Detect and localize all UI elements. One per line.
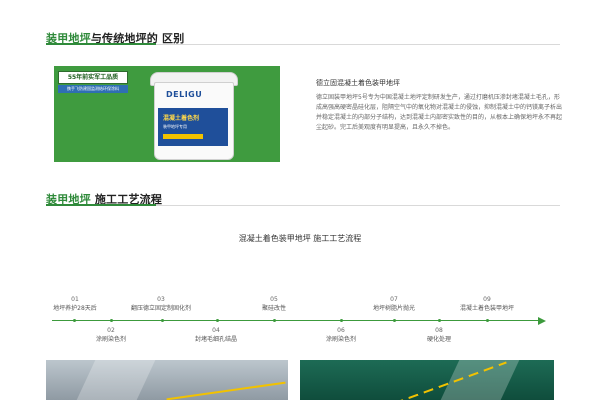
flow-dot (340, 319, 343, 322)
flow-dot (73, 319, 76, 322)
flow-step-05: 05 聚硅改性 (256, 296, 292, 312)
flow-step-01: 01 地坪养护28天后 (50, 296, 100, 312)
flow-step-label: 翻压德立固定制固化剂 (130, 305, 191, 312)
flow-dot (161, 319, 164, 322)
flow-step-label: 聚硅改性 (261, 305, 286, 312)
flow-dot (273, 319, 276, 322)
flow-step-02: 02 涂刷染色剂 (92, 327, 130, 343)
flow-step-07: 07 地坪树脂片抛光 (370, 296, 418, 312)
product-banner: 55年前实军工品质 携手飞防建国监测结环保涂料 DELIGU 混凝土着色剂 装甲… (54, 66, 280, 162)
flow-step-09: 09 混凝土着色装甲地坪 (456, 296, 518, 312)
bucket-product-sub: 装甲地坪专用 (163, 124, 187, 129)
flow-step-label: 地坪养护28天后 (53, 305, 97, 312)
description-title: 德立固混凝土着色装甲地坪 (316, 79, 400, 87)
flow-step-number: 08 (435, 327, 443, 334)
description-text: 德立固装甲地坪5号专为中国混凝土地坪定制研发生产，通过打磨机压渗封堵混凝土毛孔，… (316, 94, 563, 131)
quality-badge: 55年前实军工品质 (58, 71, 128, 84)
flow-step-number: 09 (483, 296, 491, 303)
flow-step-number: 06 (337, 327, 345, 334)
floor-reflection (76, 360, 156, 400)
flow-step-label: 封堵毛细孔结晶 (194, 336, 237, 343)
section-divider-accent (46, 204, 156, 206)
flow-step-06: 06 涂刷染色剂 (322, 327, 360, 343)
flow-step-label: 涂刷染色剂 (325, 336, 356, 343)
bucket-label-bar (163, 134, 203, 139)
section-divider-accent (46, 43, 156, 45)
flow-dot (216, 319, 219, 322)
flow-dot (393, 319, 396, 322)
flow-timeline (52, 320, 542, 321)
flow-step-number: 07 (390, 296, 398, 303)
flow-step-number: 02 (107, 327, 115, 334)
flow-step-03: 03 翻压德立固定制固化剂 (128, 296, 194, 312)
flow-step-08: 08 硬化处理 (424, 327, 454, 343)
flow-step-label: 硬化处理 (426, 336, 451, 343)
flow-step-04: 04 封堵毛细孔结晶 (192, 327, 240, 343)
flow-dot (486, 319, 489, 322)
floor-photo-green (300, 360, 554, 400)
flow-dot (438, 319, 441, 322)
flow-step-label: 混凝土着色装甲地坪 (459, 305, 514, 312)
section-divider (46, 204, 560, 206)
bucket-brand-logo: DELIGU (166, 90, 203, 99)
flow-step-number: 01 (71, 296, 79, 303)
flow-dot (110, 319, 113, 322)
product-bucket-image: DELIGU 混凝土着色剂 装甲地坪专用 (146, 72, 240, 160)
section-divider (46, 43, 560, 45)
quality-badge-sub: 携手飞防建国监测结环保涂料 (58, 85, 128, 93)
flow-title: 混凝土着色装甲地坪 施工工艺流程 (238, 234, 362, 243)
flow-step-label: 地坪树脂片抛光 (372, 305, 415, 312)
flow-step-label: 涂刷染色剂 (95, 336, 126, 343)
bucket-label: 混凝土着色剂 装甲地坪专用 (158, 108, 228, 146)
bucket-product-name: 混凝土着色剂 (163, 115, 200, 122)
flow-arrow-icon (538, 317, 546, 325)
flow-step-number: 03 (157, 296, 165, 303)
flow-step-number: 05 (270, 296, 278, 303)
flow-step-number: 04 (212, 327, 220, 334)
floor-photo-warehouse (46, 360, 288, 400)
floor-safety-line (166, 381, 286, 400)
